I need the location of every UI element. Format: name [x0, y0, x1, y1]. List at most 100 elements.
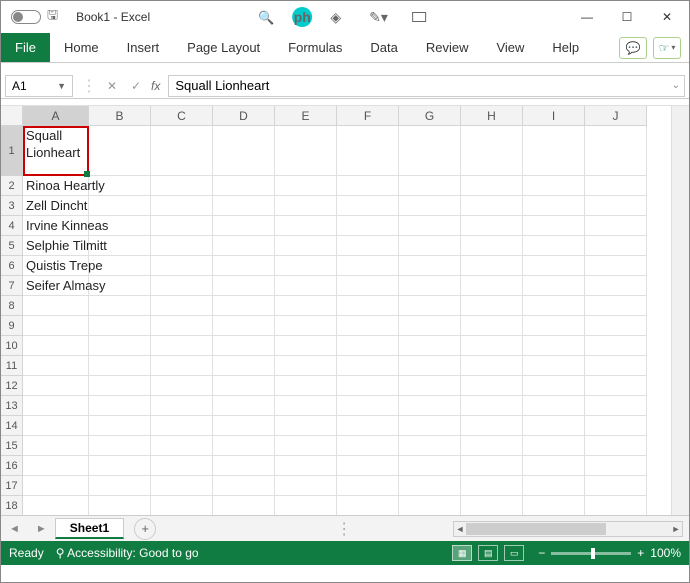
column-header-C[interactable]: C [151, 106, 213, 126]
cell[interactable] [585, 416, 647, 436]
cell[interactable] [523, 356, 585, 376]
cell[interactable] [89, 196, 151, 216]
cell[interactable] [461, 216, 523, 236]
cell[interactable] [585, 376, 647, 396]
cell[interactable] [151, 276, 213, 296]
cell[interactable] [151, 296, 213, 316]
cell[interactable] [89, 376, 151, 396]
column-header-H[interactable]: H [461, 106, 523, 126]
cell[interactable] [23, 356, 89, 376]
cell[interactable] [399, 456, 461, 476]
cell[interactable] [213, 176, 275, 196]
tab-formulas[interactable]: Formulas [274, 33, 356, 62]
cell[interactable] [337, 336, 399, 356]
tab-view[interactable]: View [482, 33, 538, 62]
mode-switch-icon[interactable]: ✎▾ [369, 9, 388, 26]
cell[interactable] [213, 476, 275, 496]
cell[interactable] [337, 296, 399, 316]
sheet-nav-next-icon[interactable]: ► [28, 523, 55, 535]
cell[interactable] [523, 396, 585, 416]
share-button[interactable]: ☞ [653, 37, 681, 59]
cell[interactable] [89, 126, 151, 176]
cell[interactable] [213, 276, 275, 296]
cell[interactable] [275, 416, 337, 436]
cell[interactable] [151, 416, 213, 436]
row-header[interactable]: 7 [1, 276, 23, 296]
cell[interactable] [213, 376, 275, 396]
cell[interactable] [585, 196, 647, 216]
row-header[interactable]: 5 [1, 236, 23, 256]
zoom-level[interactable]: 100% [650, 546, 681, 560]
cell[interactable] [337, 376, 399, 396]
cell[interactable] [399, 336, 461, 356]
cell[interactable] [585, 256, 647, 276]
cell[interactable]: Rinoa Heartly [23, 176, 89, 196]
cell[interactable] [585, 396, 647, 416]
add-sheet-button[interactable]: + [134, 518, 156, 540]
cell[interactable] [23, 496, 89, 515]
cell[interactable] [399, 276, 461, 296]
cell[interactable] [337, 456, 399, 476]
cell[interactable] [399, 476, 461, 496]
cell[interactable] [151, 216, 213, 236]
column-header-I[interactable]: I [523, 106, 585, 126]
page-layout-view-button[interactable]: ▤ [478, 545, 498, 561]
cell[interactable] [213, 236, 275, 256]
name-box-dropdown-icon[interactable]: ▼ [57, 81, 66, 91]
cell[interactable] [23, 456, 89, 476]
cell[interactable] [151, 336, 213, 356]
row-header[interactable]: 9 [1, 316, 23, 336]
normal-view-button[interactable]: ▦ [452, 545, 472, 561]
cell[interactable] [213, 436, 275, 456]
cell[interactable] [213, 216, 275, 236]
cell[interactable] [23, 336, 89, 356]
cell[interactable] [585, 336, 647, 356]
cell[interactable] [337, 216, 399, 236]
cell[interactable] [275, 456, 337, 476]
page-break-view-button[interactable]: ▭ [504, 545, 524, 561]
cell[interactable] [461, 476, 523, 496]
cell[interactable] [399, 496, 461, 515]
cell[interactable] [399, 196, 461, 216]
cell[interactable] [585, 356, 647, 376]
row-header[interactable]: 14 [1, 416, 23, 436]
cell[interactable] [275, 236, 337, 256]
cell[interactable] [523, 296, 585, 316]
cell[interactable] [585, 496, 647, 515]
horizontal-scrollbar[interactable]: ◄ ► [453, 521, 683, 537]
cell[interactable] [151, 376, 213, 396]
cell[interactable] [89, 456, 151, 476]
cell[interactable] [151, 256, 213, 276]
zoom-in-button[interactable]: + [637, 546, 644, 560]
tab-insert[interactable]: Insert [113, 33, 174, 62]
cell[interactable] [399, 216, 461, 236]
tab-review[interactable]: Review [412, 33, 483, 62]
cell[interactable] [275, 436, 337, 456]
cell[interactable] [523, 126, 585, 176]
cell[interactable] [213, 316, 275, 336]
ribbon-display-icon[interactable] [412, 12, 426, 22]
row-header[interactable]: 13 [1, 396, 23, 416]
tab-home[interactable]: Home [50, 33, 113, 62]
cell[interactable] [399, 396, 461, 416]
autosave-toggle[interactable] [11, 10, 41, 24]
cell[interactable] [337, 236, 399, 256]
cell[interactable] [89, 276, 151, 296]
cell[interactable] [337, 416, 399, 436]
cell[interactable] [399, 176, 461, 196]
cell[interactable] [275, 496, 337, 515]
cell[interactable] [89, 216, 151, 236]
name-box[interactable]: A1 ▼ [5, 75, 73, 97]
cell[interactable] [523, 376, 585, 396]
cell[interactable] [275, 276, 337, 296]
cell[interactable] [461, 236, 523, 256]
comments-button[interactable]: 💬 [619, 37, 647, 59]
accessibility-status[interactable]: ⚲ Accessibility: Good to go [56, 546, 199, 560]
minimize-button[interactable]: — [569, 3, 605, 31]
scroll-left-icon[interactable]: ◄ [454, 522, 466, 536]
row-header[interactable]: 10 [1, 336, 23, 356]
cell[interactable] [523, 256, 585, 276]
row-header[interactable]: 8 [1, 296, 23, 316]
cancel-formula-icon[interactable]: ✕ [103, 79, 121, 93]
cell[interactable] [461, 396, 523, 416]
